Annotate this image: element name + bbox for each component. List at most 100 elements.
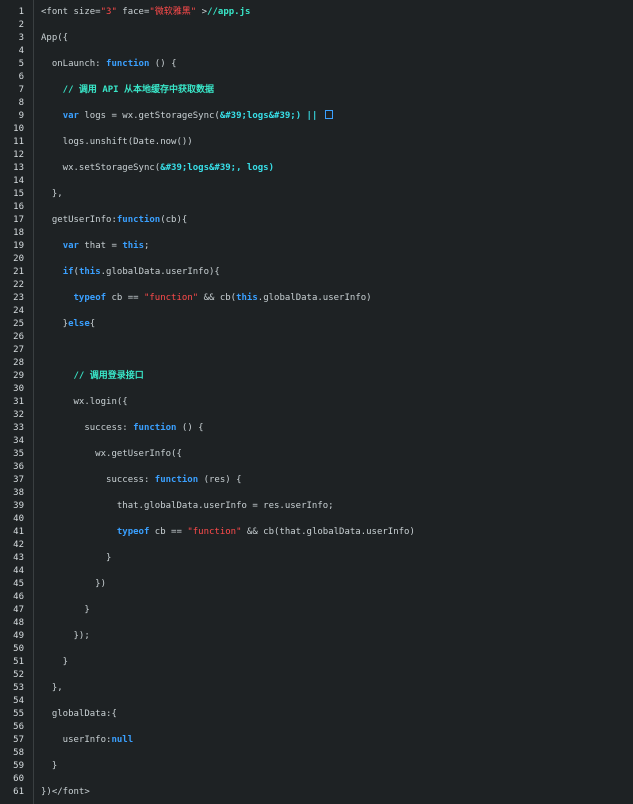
code-line[interactable] (41, 565, 633, 578)
line-number: 51 (13, 657, 24, 667)
code-line[interactable]: App({ (41, 32, 633, 45)
code-line[interactable] (41, 45, 633, 58)
line-number: 24 (13, 306, 24, 316)
code-line[interactable]: } (41, 604, 633, 617)
code-line[interactable]: success: function () { (41, 422, 633, 435)
line-number: 10 (13, 124, 24, 134)
code-token-kw: this (236, 293, 258, 303)
code-line[interactable]: // 调用 API 从本地缓存中获取数据 (41, 84, 633, 97)
code-token-plain: } (41, 657, 69, 667)
code-line[interactable]: userInfo:null (41, 734, 633, 747)
code-line[interactable]: // 调用登录接口 (41, 370, 633, 383)
code-line[interactable] (41, 695, 633, 708)
code-token-plain: logs = wx.getStorageSync( (78, 111, 220, 121)
code-line[interactable] (41, 409, 633, 422)
code-line[interactable] (41, 175, 633, 188)
code-line[interactable]: }else{ (41, 318, 633, 331)
code-line[interactable]: wx.setStorageSync(&#39;logs&#39;, logs) (41, 162, 633, 175)
code-line[interactable] (41, 71, 633, 84)
code-token-plain: }); (41, 631, 90, 641)
code-line[interactable]: }, (41, 188, 633, 201)
line-number: 42 (13, 540, 24, 550)
code-line[interactable] (41, 747, 633, 760)
line-number: 22 (13, 280, 24, 290)
code-area[interactable]: <font size="3" face="微软雅黑" >//app.js App(… (34, 0, 633, 804)
code-line[interactable] (41, 357, 633, 370)
code-line[interactable]: })</font> (41, 786, 633, 799)
code-line[interactable] (41, 149, 633, 162)
code-line[interactable] (41, 773, 633, 786)
code-line[interactable]: success: function (res) { (41, 474, 633, 487)
code-token-plain: && cb( (198, 293, 237, 303)
code-line[interactable] (41, 539, 633, 552)
code-line[interactable] (41, 617, 633, 630)
code-line[interactable]: var that = this; (41, 240, 633, 253)
code-editor[interactable]: 1 2 3 4 5 6 7 8 9 10 11 12 13 14 15 16 17 18 19 20 21 22 23 24 2… (0, 0, 633, 804)
code-token-plain: }, (41, 683, 63, 693)
code-line[interactable]: logs.unshift(Date.now()) (41, 136, 633, 149)
code-token-plain: wx.getUserInfo({ (41, 449, 182, 459)
code-line[interactable]: wx.getUserInfo({ (41, 448, 633, 461)
code-token-kw: var (62, 241, 79, 251)
code-line[interactable]: wx.login({ (41, 396, 633, 409)
code-line[interactable]: typeof cb == "function" && cb(this.globa… (41, 292, 633, 305)
code-token-plain: globalData:{ (41, 709, 117, 719)
code-token-kw: null (111, 735, 134, 745)
line-number: 60 (13, 774, 24, 784)
line-number: 23 (13, 293, 24, 303)
code-line[interactable] (41, 435, 633, 448)
code-line[interactable]: typeof cb == "function" && cb(that.globa… (41, 526, 633, 539)
code-line[interactable]: if(this.globalData.userInfo){ (41, 266, 633, 279)
line-number: 9 (18, 111, 24, 121)
code-line[interactable]: getUserInfo:function(cb){ (41, 214, 633, 227)
code-token-plain: }) (41, 579, 107, 589)
code-line[interactable]: that.globalData.userInfo = res.userInfo; (41, 500, 633, 513)
code-token-plain: ; (144, 241, 150, 251)
code-line[interactable] (41, 513, 633, 526)
code-line[interactable] (41, 201, 633, 214)
line-number: 37 (13, 475, 24, 485)
line-number: 14 (13, 176, 24, 186)
code-line[interactable] (41, 331, 633, 344)
code-line[interactable]: } (41, 552, 633, 565)
code-line[interactable] (41, 97, 633, 110)
line-number: 34 (13, 436, 24, 446)
code-line[interactable] (41, 123, 633, 136)
code-line[interactable] (41, 305, 633, 318)
code-line[interactable] (41, 721, 633, 734)
code-line[interactable] (41, 253, 633, 266)
line-number: 6 (18, 72, 24, 82)
code-line[interactable] (41, 19, 633, 32)
code-line[interactable]: } (41, 656, 633, 669)
code-line[interactable] (41, 227, 633, 240)
line-number: 36 (13, 462, 24, 472)
line-number: 31 (13, 397, 24, 407)
code-line[interactable] (41, 487, 633, 500)
code-line[interactable]: var logs = wx.getStorageSync(&#39;logs&#… (41, 110, 633, 123)
code-line[interactable]: }) (41, 578, 633, 591)
code-token-cmt: // 调用 API 从本地缓存中获取数据 (41, 85, 215, 95)
code-token-plain: success: (41, 475, 155, 485)
code-line[interactable]: globalData:{ (41, 708, 633, 721)
empty-array-glyph (324, 110, 333, 119)
code-line[interactable]: }); (41, 630, 633, 643)
line-number: 57 (13, 735, 24, 745)
code-line[interactable] (41, 383, 633, 396)
line-number: 33 (13, 423, 24, 433)
code-token-plain: (cb){ (160, 215, 188, 225)
code-line[interactable]: } (41, 760, 633, 773)
code-line[interactable] (41, 669, 633, 682)
code-line[interactable]: }, (41, 682, 633, 695)
code-line[interactable]: <font size="3" face="微软雅黑" >//app.js (41, 6, 633, 19)
code-line[interactable] (41, 279, 633, 292)
line-number: 48 (13, 618, 24, 628)
code-token-plain: > (196, 7, 208, 17)
line-number: 55 (13, 709, 24, 719)
code-line[interactable]: onLaunch: function () { (41, 58, 633, 71)
code-line[interactable] (41, 461, 633, 474)
code-line[interactable] (41, 344, 633, 357)
code-line[interactable] (41, 591, 633, 604)
code-line[interactable] (41, 643, 633, 656)
code-token-plain: onLaunch: (41, 59, 107, 69)
